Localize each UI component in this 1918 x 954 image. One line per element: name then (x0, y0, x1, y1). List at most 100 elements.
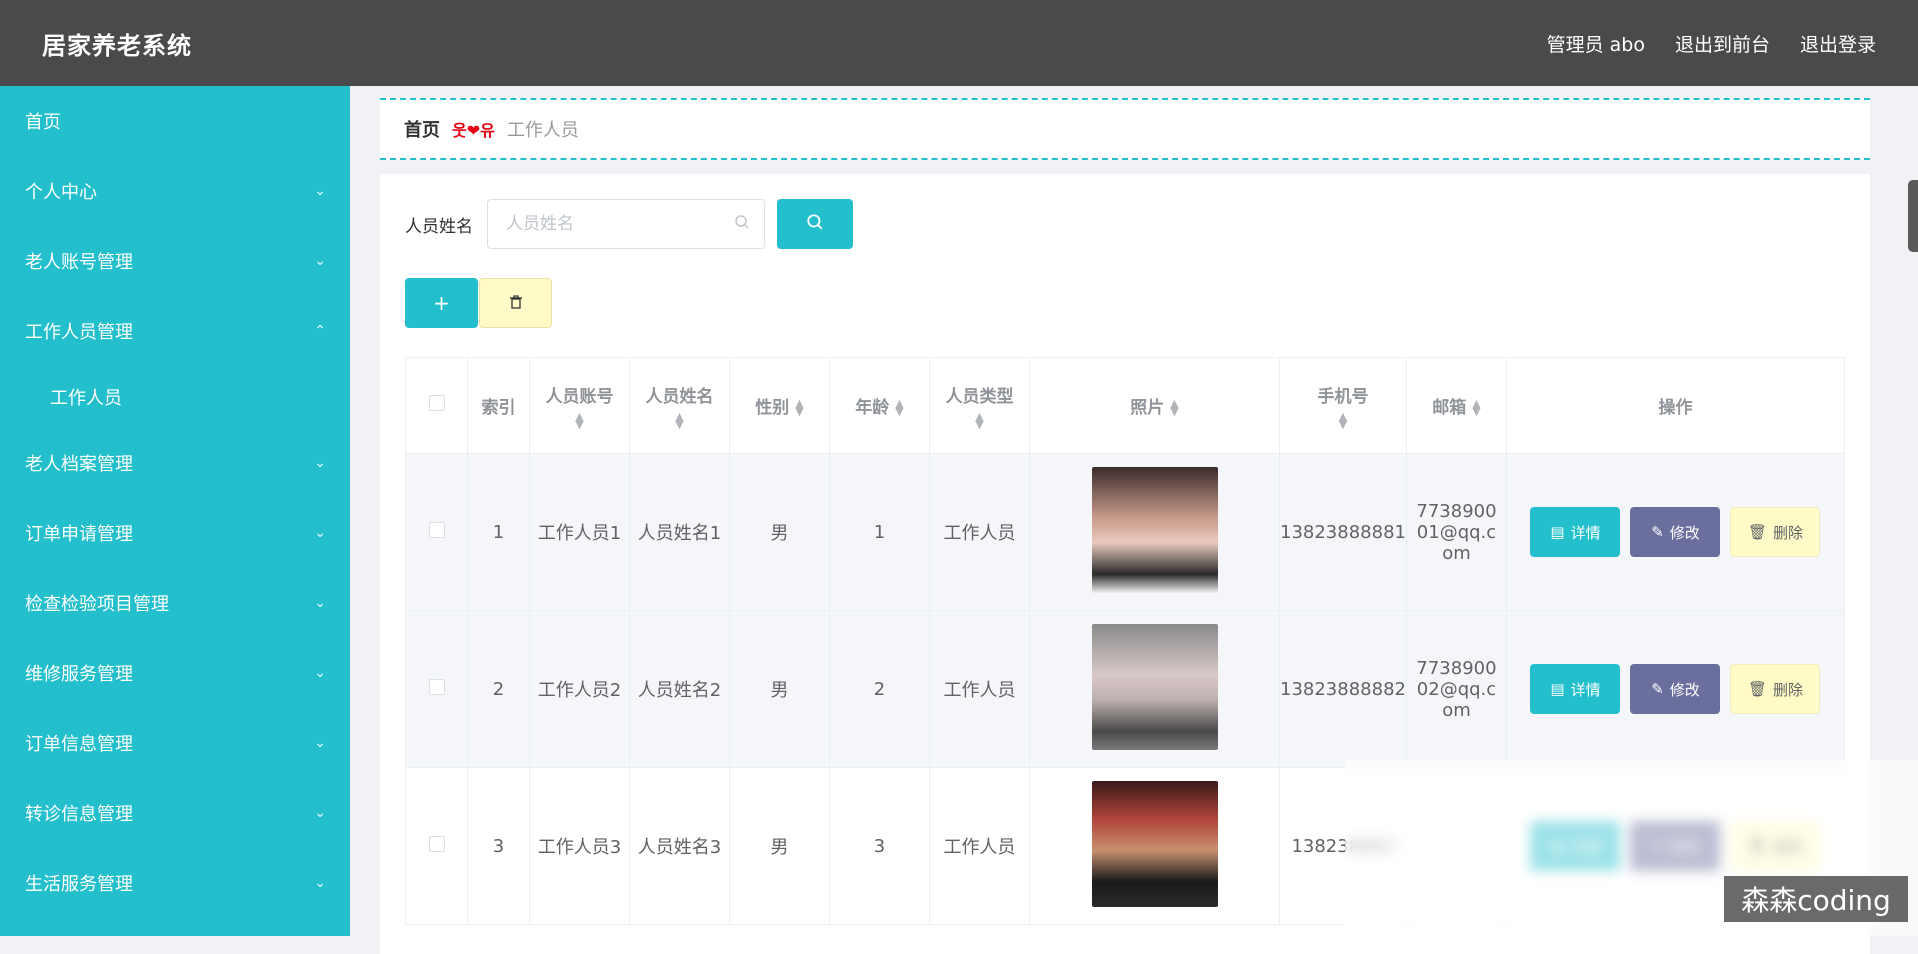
search-field[interactable] (487, 199, 765, 249)
row-checkbox[interactable] (428, 521, 445, 538)
column-header-type[interactable]: 人员类型 ▲ ▼ (929, 357, 1030, 454)
search-input[interactable] (506, 214, 726, 234)
table-header-row: 索引 人员账号 ▲ ▼ 人员姓名 ▲ ▼ 性别 ▲ ▼ 年龄 ▲ ▼ 人员类型 ▲ ▼ 照片 ▲ ▼ 手… (405, 357, 1846, 454)
column-header-label: 人员账号 (545, 387, 614, 407)
chevron-down-icon: ⌄ (314, 665, 326, 681)
add-button[interactable]: + (405, 278, 478, 328)
detail-button-label: 详情 (1570, 680, 1601, 699)
delete-button[interactable]: 🗑 删除 (1730, 664, 1821, 714)
column-header-gender[interactable]: 性别 ▲ ▼ (729, 357, 830, 454)
batch-delete-button[interactable] (479, 278, 552, 328)
column-header-label: 邮箱 (1432, 398, 1467, 418)
exit-to-frontend-link[interactable]: 退出到前台 (1675, 30, 1770, 57)
staff-photo[interactable] (1091, 623, 1218, 750)
sort-icon[interactable]: ▲ ▼ (895, 398, 903, 417)
sidebar: 首页 个人中心 ⌄ 老人账号管理 ⌄ 工作人员管理 ⌃ 工作人员 老人档案管理 ⌄ 订单… (0, 86, 350, 936)
top-links: 管理员 abo 退出到前台 退出登录 (1547, 30, 1876, 57)
document-icon: ▤ (1550, 523, 1565, 541)
chevron-up-icon: ⌃ (314, 323, 326, 339)
cell-account: 工作人员3 (529, 767, 630, 925)
chevron-down-icon: ⌄ (314, 735, 326, 751)
sidebar-item-elder-records[interactable]: 老人档案管理 ⌄ (0, 428, 350, 498)
search-icon (806, 213, 824, 235)
column-header-account[interactable]: 人员账号 ▲ ▼ (529, 357, 630, 454)
cell-phone: 13823888882 (1279, 610, 1407, 768)
chevron-down-icon: ⌄ (314, 875, 326, 891)
logout-link[interactable]: 退出登录 (1800, 30, 1876, 57)
cell-photo (1029, 767, 1280, 925)
sort-icon[interactable]: ▲ ▼ (1170, 398, 1178, 417)
row-checkbox[interactable] (428, 678, 445, 695)
table-row: 1 工作人员1 人员姓名1 男 1 工作人员 13823888881 77389… (405, 453, 1846, 611)
column-header-label: 人员类型 (945, 387, 1014, 407)
delete-button-label: 删除 (1773, 523, 1804, 542)
sidebar-item-label: 订单申请管理 (25, 524, 133, 545)
row-checkbox[interactable] (428, 835, 445, 852)
cell-account: 工作人员1 (529, 453, 630, 611)
sidebar-item-label: 工作人员管理 (25, 322, 133, 343)
sidebar-item-staff-management[interactable]: 工作人员管理 ⌃ (0, 296, 350, 366)
edit-button-label: 修改 (1669, 680, 1700, 699)
breadcrumb: 首页 웃❤유 工作人员 (380, 98, 1870, 160)
sidebar-item-life-services[interactable]: 生活服务管理 ⌄ (0, 848, 350, 918)
document-icon: ▤ (1550, 680, 1565, 698)
sidebar-item-personal-center[interactable]: 个人中心 ⌄ (0, 156, 350, 226)
sidebar-item-order-applications[interactable]: 订单申请管理 ⌄ (0, 498, 350, 568)
edit-button[interactable]: ✎ 修改 (1630, 507, 1721, 557)
sidebar-subitem-staff[interactable]: 工作人员 (0, 366, 350, 428)
scrollbar-thumb[interactable] (1908, 180, 1918, 252)
column-header-photo[interactable]: 照片 ▲ ▼ (1029, 357, 1280, 454)
edit-button[interactable]: ✎ 修改 (1630, 664, 1721, 714)
column-header-label: 手机号 (1317, 387, 1369, 407)
column-header-label: 年龄 (855, 398, 890, 418)
sort-icon[interactable]: ▲ ▼ (795, 398, 803, 417)
row-select-cell (405, 767, 468, 925)
sidebar-item-label: 老人档案管理 (25, 454, 133, 475)
column-header-label: 照片 (1130, 398, 1165, 418)
column-header-name[interactable]: 人员姓名 ▲ ▼ (629, 357, 730, 454)
cell-name: 人员姓名1 (629, 453, 730, 611)
sidebar-item-inspection-items[interactable]: 检查检验项目管理 ⌄ (0, 568, 350, 638)
sidebar-item-referral-info[interactable]: 转诊信息管理 ⌄ (0, 778, 350, 848)
sort-icon[interactable]: ▲ ▼ (530, 411, 629, 430)
search-button[interactable] (777, 199, 853, 249)
staff-photo[interactable] (1091, 780, 1218, 907)
cell-gender: 男 (729, 453, 830, 611)
sidebar-item-label: 工作人员 (50, 388, 122, 409)
select-all-checkbox[interactable] (428, 395, 445, 411)
column-header-phone[interactable]: 手机号 ▲ ▼ (1279, 357, 1407, 454)
column-header-age[interactable]: 年龄 ▲ ▼ (829, 357, 930, 454)
sort-icon[interactable]: ▲ ▼ (1280, 411, 1406, 430)
chevron-down-icon: ⌄ (314, 455, 326, 471)
sidebar-item-label: 转诊信息管理 (25, 804, 133, 825)
select-all-cell (405, 357, 468, 454)
sidebar-item-label: 订单信息管理 (25, 734, 133, 755)
sidebar-item-home[interactable]: 首页 (0, 86, 350, 156)
chevron-down-icon: ⌄ (314, 253, 326, 269)
chevron-down-icon: ⌄ (314, 805, 326, 821)
sort-icon[interactable]: ▲ ▼ (630, 411, 729, 430)
sort-icon[interactable]: ▲ ▼ (930, 411, 1029, 430)
column-header-actions: 操作 (1505, 357, 1846, 454)
staff-photo[interactable] (1091, 466, 1218, 593)
sidebar-item-elder-accounts[interactable]: 老人账号管理 ⌄ (0, 226, 350, 296)
chevron-down-icon: ⌄ (314, 595, 326, 611)
admin-user-link[interactable]: 管理员 abo (1547, 30, 1645, 57)
sidebar-item-order-info[interactable]: 订单信息管理 ⌄ (0, 708, 350, 778)
plus-icon: + (433, 291, 450, 315)
cell-age: 1 (829, 453, 930, 611)
pencil-icon: ✎ (1651, 523, 1664, 541)
breadcrumb-separator-icon: 웃❤유 (452, 121, 495, 140)
column-header-email[interactable]: 邮箱 ▲ ▼ (1405, 357, 1507, 454)
cell-photo (1029, 453, 1280, 611)
cell-age: 2 (829, 610, 930, 768)
breadcrumb-home[interactable]: 首页 (404, 116, 440, 142)
sort-icon[interactable]: ▲ ▼ (1472, 398, 1480, 417)
detail-button[interactable]: ▤ 详情 (1530, 664, 1621, 714)
column-header-label: 性别 (755, 398, 790, 418)
delete-button[interactable]: 🗑 删除 (1730, 507, 1821, 557)
detail-button[interactable]: ▤ 详情 (1530, 507, 1621, 557)
sidebar-item-repair-services[interactable]: 维修服务管理 ⌄ (0, 638, 350, 708)
cell-gender: 男 (729, 767, 830, 925)
chevron-down-icon: ⌄ (314, 183, 326, 199)
